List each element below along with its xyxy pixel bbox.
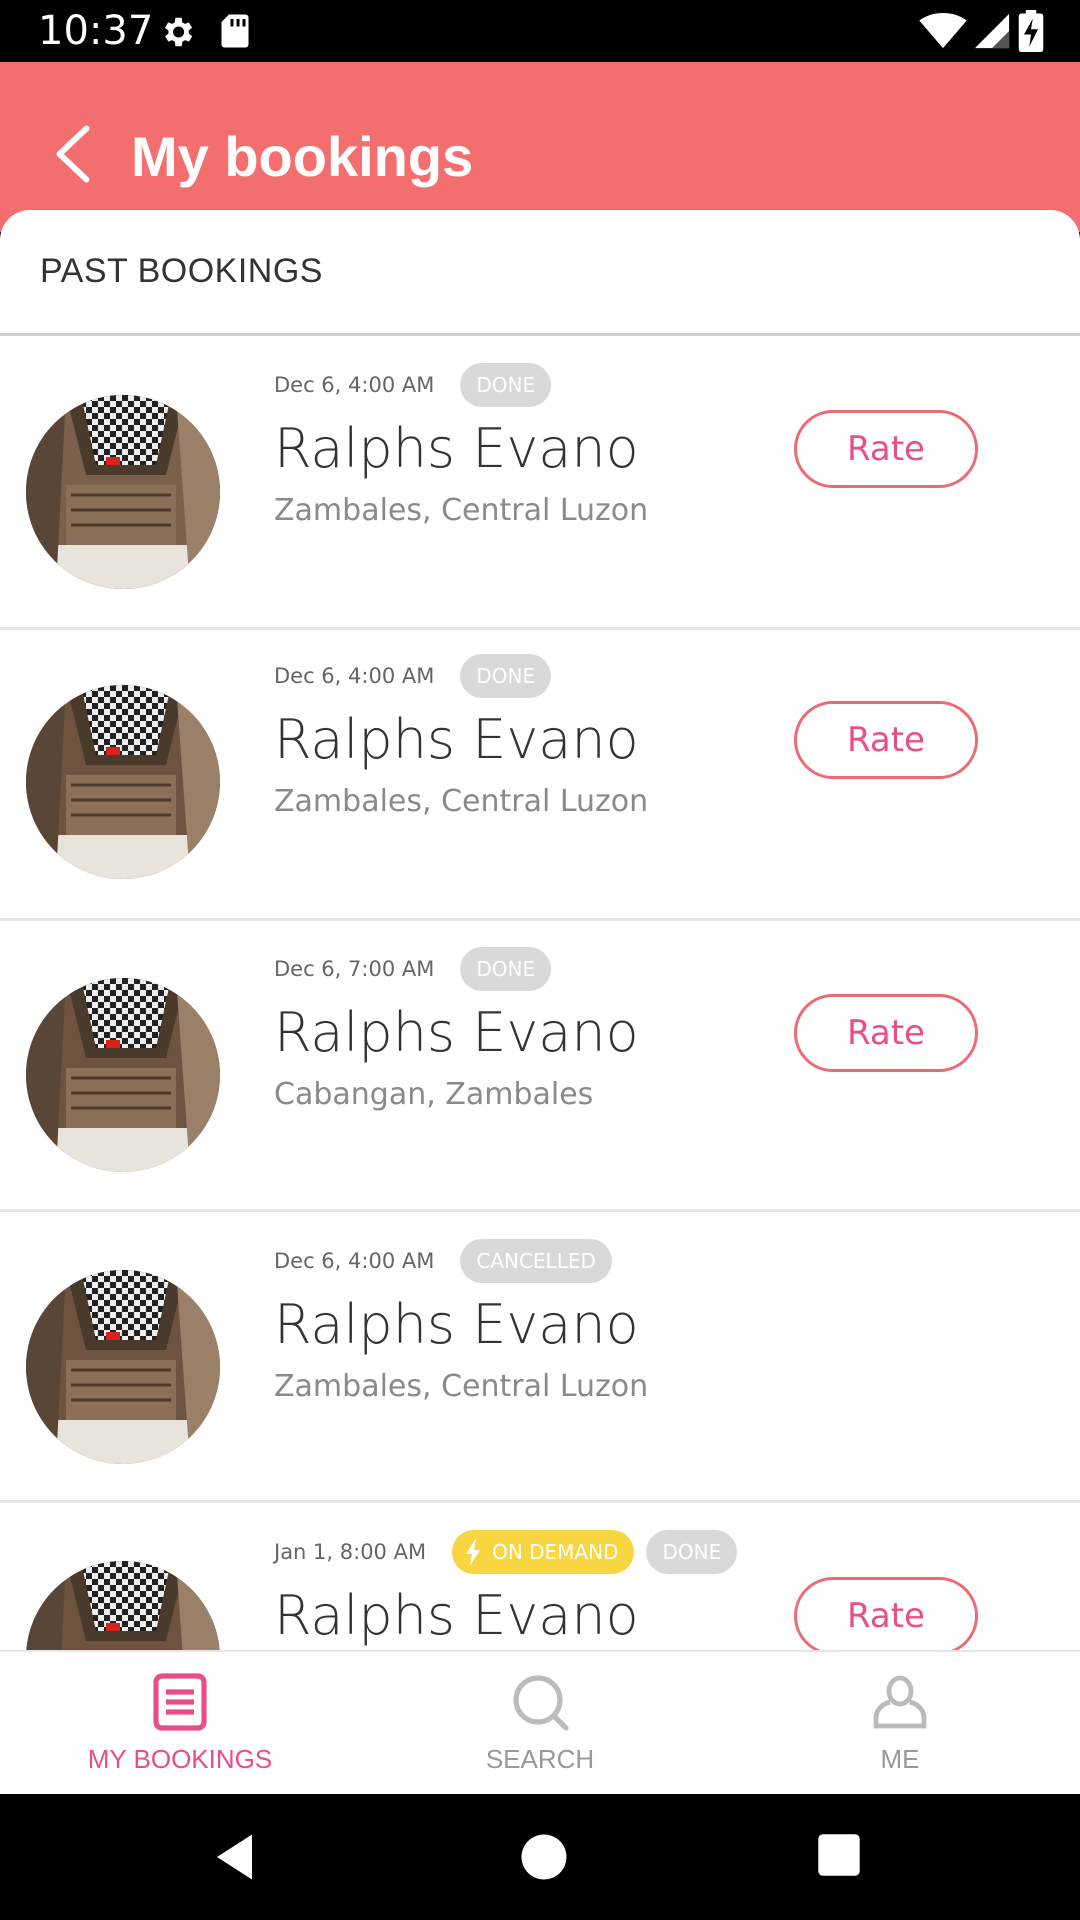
user-icon xyxy=(873,1675,927,1729)
booking-date: Dec 6, 4:00 AM xyxy=(274,373,435,397)
booking-date: Jan 1, 8:00 AM xyxy=(274,1540,427,1564)
provider-avatar xyxy=(26,685,220,879)
booking-item[interactable]: Dec 6, 4:00 AM DONE Ralphs Evano Zambale… xyxy=(0,630,1080,921)
nav-my-bookings[interactable]: MY BOOKINGS xyxy=(0,1652,360,1796)
past-bookings-header: PAST BOOKINGS xyxy=(0,210,1080,336)
booking-date: Dec 6, 4:00 AM xyxy=(274,664,435,688)
booking-meta: Jan 1, 8:00 AM ON DEMAND DONE xyxy=(274,1530,738,1574)
avatar-photo-icon xyxy=(26,395,220,589)
booking-item[interactable]: Dec 6, 7:00 AM DONE Ralphs Evano Cabanga… xyxy=(0,921,1080,1212)
avatar-photo-icon xyxy=(26,685,220,879)
status-bar: 10:37 xyxy=(0,0,1080,62)
booking-meta: Dec 6, 4:00 AM DONE xyxy=(274,654,552,698)
status-badge: CANCELLED xyxy=(460,1239,612,1283)
booking-date: Dec 6, 7:00 AM xyxy=(274,957,435,981)
provider-name: Ralphs Evano xyxy=(274,1001,639,1064)
on-demand-label: ON DEMAND xyxy=(492,1540,619,1564)
system-recents-icon[interactable] xyxy=(816,1832,862,1878)
section-title: PAST BOOKINGS xyxy=(40,252,323,290)
provider-name: Ralphs Evano xyxy=(274,1293,639,1356)
nav-search[interactable]: SEARCH xyxy=(360,1652,720,1796)
booking-item[interactable]: Dec 6, 4:00 AM CANCELLED Ralphs Evano Za… xyxy=(0,1212,1080,1503)
booking-date: Dec 6, 4:00 AM xyxy=(274,1249,435,1273)
booking-location: Zambales, Central Luzon xyxy=(274,1369,649,1404)
cell-signal-icon xyxy=(974,13,1010,49)
nav-me[interactable]: ME xyxy=(720,1652,1080,1796)
lightning-bolt-icon xyxy=(466,1538,481,1566)
booking-item[interactable]: Dec 6, 4:00 AM DONE Ralphs Evano Zambale… xyxy=(0,339,1080,630)
rate-button[interactable]: Rate xyxy=(794,1577,978,1650)
bookings-content[interactable]: PAST BOOKINGS Dec 6, 4:00 AM DONE Ralphs… xyxy=(0,210,1080,1650)
nav-label: SEARCH xyxy=(485,1744,595,1774)
nav-label: ME xyxy=(880,1744,920,1774)
rate-button[interactable]: Rate xyxy=(794,410,978,488)
avatar-photo-icon xyxy=(26,1270,220,1464)
booking-location: Zambales, Central Luzon xyxy=(274,784,649,819)
provider-name: Ralphs Evano xyxy=(274,1584,639,1647)
sd-card-icon xyxy=(221,14,249,48)
booking-item[interactable]: Jan 1, 8:00 AM ON DEMAND DONE Ralphs Eva… xyxy=(0,1503,1080,1650)
status-badge: DONE xyxy=(460,363,552,407)
booking-location: Zambales, Central Luzon xyxy=(274,493,649,528)
status-badge: DONE xyxy=(646,1530,738,1574)
settings-gear-icon xyxy=(164,17,193,47)
page-title: My bookings xyxy=(131,125,474,188)
nav-label: MY BOOKINGS xyxy=(87,1744,273,1774)
status-badge: DONE xyxy=(460,947,552,991)
system-navigation-bar xyxy=(0,1794,1080,1920)
booking-meta: Dec 6, 4:00 AM DONE xyxy=(274,363,552,407)
bookings-list-icon xyxy=(153,1673,207,1731)
booking-meta: Dec 6, 7:00 AM DONE xyxy=(274,947,552,991)
search-icon xyxy=(513,1675,569,1731)
bottom-navigation: MY BOOKINGS SEARCH ME xyxy=(0,1650,1080,1794)
provider-avatar xyxy=(26,1561,220,1650)
back-arrow-icon[interactable] xyxy=(48,124,98,184)
avatar-photo-icon xyxy=(26,1561,220,1650)
provider-name: Ralphs Evano xyxy=(274,708,639,771)
provider-name: Ralphs Evano xyxy=(274,417,639,480)
system-home-icon[interactable] xyxy=(519,1832,569,1882)
rate-button[interactable]: Rate xyxy=(794,994,978,1072)
on-demand-badge: ON DEMAND xyxy=(452,1530,635,1574)
avatar-photo-icon xyxy=(26,978,220,1172)
provider-avatar xyxy=(26,978,220,1172)
battery-charging-icon xyxy=(1018,10,1044,52)
rate-button[interactable]: Rate xyxy=(794,701,978,779)
status-badge: DONE xyxy=(460,654,552,698)
status-time: 10:37 xyxy=(38,8,154,54)
system-back-icon[interactable] xyxy=(212,1832,262,1882)
app-header: My bookings xyxy=(0,62,1080,232)
booking-meta: Dec 6, 4:00 AM CANCELLED xyxy=(274,1239,612,1283)
wifi-icon xyxy=(919,12,967,49)
provider-avatar xyxy=(26,1270,220,1464)
provider-avatar xyxy=(26,395,220,589)
booking-location: Cabangan, Zambales xyxy=(274,1077,594,1112)
